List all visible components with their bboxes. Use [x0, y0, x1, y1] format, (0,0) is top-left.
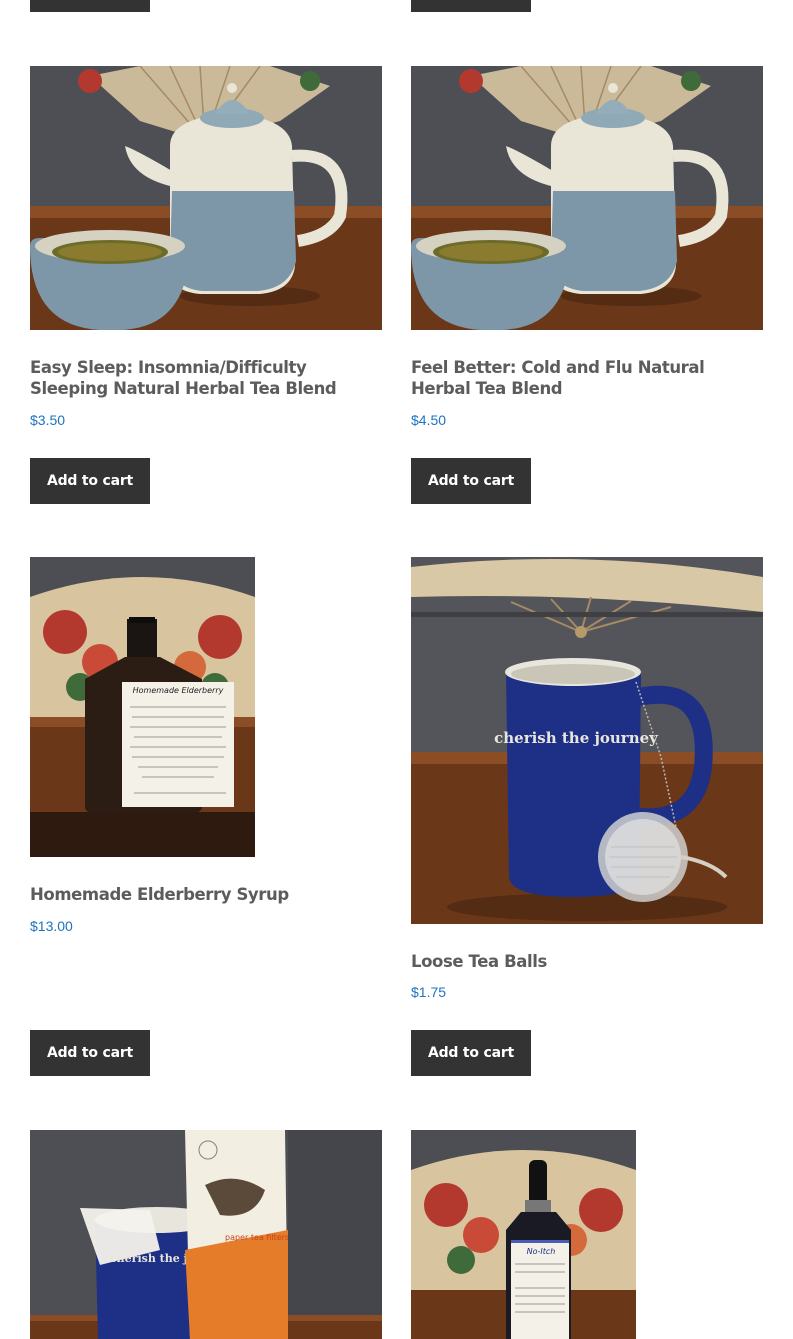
product-image-loose-tea-balls[interactable]: cherish the journey	[411, 557, 763, 924]
add-to-cart-button[interactable]: Add to cart	[30, 1030, 150, 1076]
product-title[interactable]: Homemade Elderberry Syrup	[30, 884, 382, 905]
product-image-easy-sleep[interactable]	[30, 66, 382, 330]
add-to-cart-button[interactable]: Add to cart	[411, 458, 531, 504]
add-to-cart-button[interactable]: Add to cart	[411, 1030, 531, 1076]
bottle-label-text: No-Itch	[527, 1247, 556, 1256]
product-image-paper-tea-filters[interactable]: cherish the journey paper tea filters	[30, 1130, 382, 1339]
filters-mug-photo: cherish the journey paper tea filters	[30, 1130, 382, 1339]
product-title[interactable]: Easy Sleep: Insomnia/Difficulty Sleeping…	[30, 357, 382, 399]
add-to-cart-button[interactable]: Add to cart	[30, 0, 150, 12]
product-image-no-itch[interactable]: No-Itch	[411, 1130, 636, 1339]
syrup-bottle-photo: Homemade Elderberry	[30, 557, 255, 857]
product-price: $13.00	[30, 918, 73, 934]
add-to-cart-button[interactable]: Add to cart	[411, 0, 531, 12]
product-price: $3.50	[30, 412, 66, 428]
teapot-photo	[411, 66, 763, 330]
bottle-label-text: Homemade Elderberry	[133, 686, 224, 695]
teapot-photo	[30, 66, 382, 330]
product-title[interactable]: Feel Better: Cold and Flu Natural Herbal…	[411, 357, 763, 399]
mug-text: cherish the journey	[494, 729, 659, 747]
product-price: $4.50	[411, 412, 447, 428]
product-title[interactable]: Loose Tea Balls	[411, 951, 763, 972]
product-price: $1.75	[411, 984, 447, 1000]
no-itch-bottle-photo: No-Itch	[411, 1130, 636, 1339]
product-image-feel-better[interactable]	[411, 66, 763, 330]
mug-infuser-photo: cherish the journey	[411, 557, 763, 924]
filters-box-text: paper tea filters	[225, 1233, 289, 1242]
add-to-cart-button[interactable]: Add to cart	[30, 458, 150, 504]
product-image-elderberry-syrup[interactable]: Homemade Elderberry	[30, 557, 255, 857]
shop-product-grid: Add to cart Add to cart Easy Sleep:	[0, 0, 793, 1339]
